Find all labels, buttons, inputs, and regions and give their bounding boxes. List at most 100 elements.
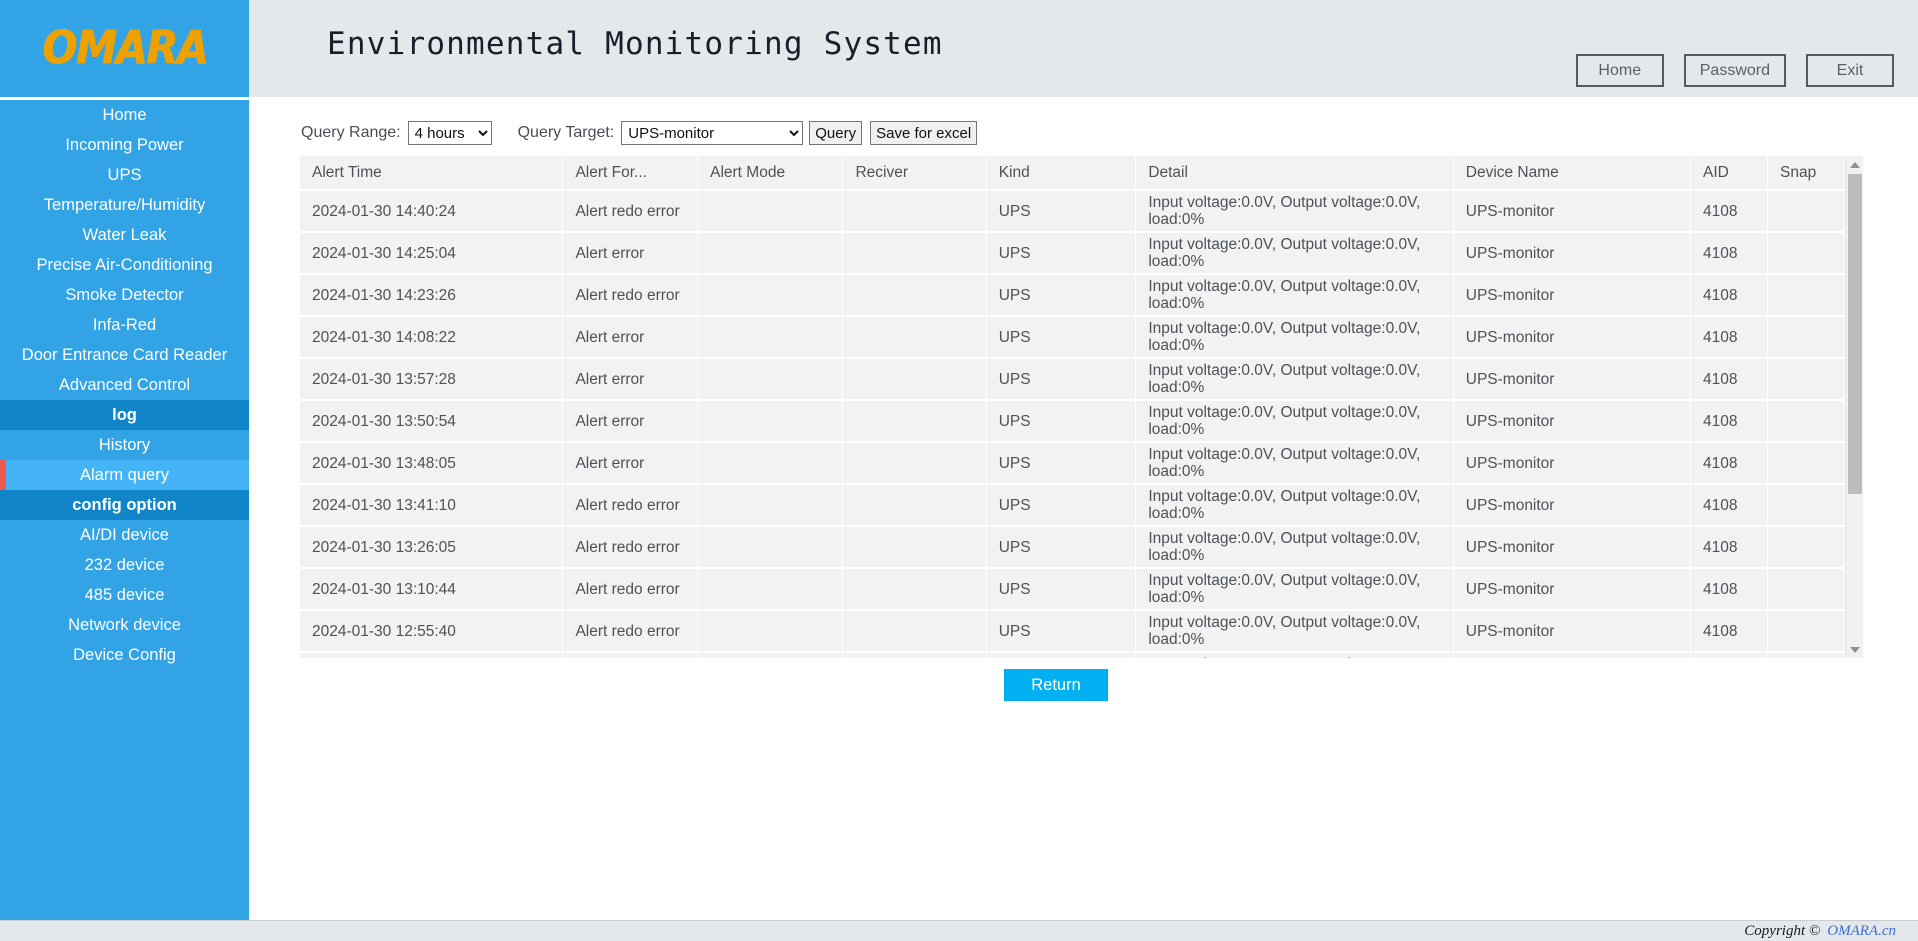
site-link[interactable]: OMARA.cn (1827, 923, 1896, 940)
sidebar-item-temperature-humidity[interactable]: Temperature/Humidity (0, 190, 249, 220)
main-content: Query Range: 4 hours Query Target: UPS-m… (249, 103, 1918, 920)
table-row[interactable]: 2024-01-30 13:48:05Alert errorUPSInput v… (300, 442, 1845, 484)
sidebar-item-label: Door Entrance Card Reader (22, 346, 227, 365)
page-title: Environmental Monitoring System (327, 26, 943, 62)
table-header-snap[interactable]: Snap (1767, 156, 1844, 190)
sidebar-item-home[interactable]: Home (0, 100, 249, 130)
cell-alert-time: 2024-01-30 13:50:54 (300, 400, 563, 442)
cell-alert-time: 2024-01-30 14:40:24 (300, 190, 563, 232)
table-header-alert-time[interactable]: Alert Time (300, 156, 563, 190)
query-target-select[interactable]: UPS-monitor (621, 121, 803, 145)
sidebar-item-log[interactable]: log (0, 400, 249, 430)
table-row[interactable]: 2024-01-30 14:23:26Alert redo errorUPSIn… (300, 274, 1845, 316)
cell-detail: Input voltage:0.0V, Output voltage:0.0V,… (1136, 526, 1453, 568)
sidebar-item-smoke-detector[interactable]: Smoke Detector (0, 280, 249, 310)
table-header-reciver[interactable]: Reciver (843, 156, 986, 190)
table-row[interactable]: 2024-01-30 12:55:40Alert redo errorUPSIn… (300, 610, 1845, 652)
table-header-row: Alert TimeAlert For...Alert ModeReciverK… (300, 156, 1845, 190)
cell-alert-mode (698, 484, 843, 526)
cell-receiver (843, 610, 986, 652)
brand-logo[interactable]: OMARA (0, 0, 249, 100)
query-range-select[interactable]: 4 hours (408, 121, 492, 145)
cell-snap (1767, 568, 1844, 610)
sidebar-item-alarm-query[interactable]: Alarm query (0, 460, 249, 490)
sidebar-item-door-entrance-card-reader[interactable]: Door Entrance Card Reader (0, 340, 249, 370)
table-header-alert-mode[interactable]: Alert Mode (698, 156, 843, 190)
cell-aid: 4108 (1691, 568, 1768, 610)
table-row[interactable]: 2024-01-30 13:10:44Alert redo errorUPSIn… (300, 568, 1845, 610)
cell-kind: UPS (986, 652, 1136, 658)
cell-kind: UPS (986, 526, 1136, 568)
table-row[interactable]: 2024-01-30 13:57:28Alert errorUPSInput v… (300, 358, 1845, 400)
table-row[interactable]: 2024-01-30 13:26:05Alert redo errorUPSIn… (300, 526, 1845, 568)
table-header-alert-for[interactable]: Alert For... (563, 156, 698, 190)
sidebar-item-label: Precise Air-Conditioning (36, 256, 212, 275)
sidebar-item-ups[interactable]: UPS (0, 160, 249, 190)
query-button[interactable]: Query (809, 121, 862, 145)
copyright-text: Copyright © (1744, 923, 1820, 940)
sidebar-item-water-leak[interactable]: Water Leak (0, 220, 249, 250)
sidebar-item-history[interactable]: History (0, 430, 249, 460)
cell-snap (1767, 526, 1844, 568)
cell-device-name: UPS-monitor (1453, 610, 1690, 652)
exit-button[interactable]: Exit (1806, 54, 1894, 87)
sidebar-item-485-device[interactable]: 485 device (0, 580, 249, 610)
cell-detail: Input voltage:0.0V, Output voltage:0.0V,… (1136, 274, 1453, 316)
scroll-up-arrow-icon[interactable] (1846, 156, 1863, 173)
sidebar-item-label: Water Leak (83, 226, 167, 245)
sidebar-item-network-device[interactable]: Network device (0, 610, 249, 640)
cell-alert-for: Alert error (563, 442, 698, 484)
sidebar-item-device-config[interactable]: Device Config (0, 640, 249, 670)
return-button[interactable]: Return (1004, 669, 1108, 701)
cell-aid: 4108 (1691, 400, 1768, 442)
cell-detail: Input voltage:0.0V, Output voltage:0.0V,… (1136, 484, 1453, 526)
table-header-detail[interactable]: Detail (1136, 156, 1453, 190)
cell-receiver (843, 316, 986, 358)
sidebar-item-ai-di-device[interactable]: AI/DI device (0, 520, 249, 550)
action-row: Return (249, 669, 1863, 701)
sidebar-item-label: Incoming Power (65, 136, 183, 155)
cell-alert-for: Alert redo error (563, 610, 698, 652)
password-button[interactable]: Password (1684, 54, 1786, 87)
cell-kind: UPS (986, 610, 1136, 652)
sidebar-item-label: AI/DI device (80, 526, 169, 545)
cell-alert-mode (698, 652, 843, 658)
table-row[interactable]: 2024-01-30 12:40:18Alert redo errorUPSIn… (300, 652, 1845, 658)
home-button[interactable]: Home (1576, 54, 1664, 87)
sidebar-item-config-option[interactable]: config option (0, 490, 249, 520)
sidebar-item-232-device[interactable]: 232 device (0, 550, 249, 580)
cell-kind: UPS (986, 442, 1136, 484)
scroll-down-arrow-icon[interactable] (1846, 641, 1863, 658)
table-header-aid[interactable]: AID (1691, 156, 1768, 190)
sidebar-item-precise-air-conditioning[interactable]: Precise Air-Conditioning (0, 250, 249, 280)
cell-alert-for: Alert redo error (563, 652, 698, 658)
cell-alert-mode (698, 274, 843, 316)
sidebar: OMARA Home Incoming Power UPSTemperature/H… (0, 0, 249, 920)
sidebar-item-incoming-power[interactable]: Incoming Power (0, 130, 249, 160)
table-row[interactable]: 2024-01-30 13:41:10Alert redo errorUPSIn… (300, 484, 1845, 526)
cell-aid: 4108 (1691, 358, 1768, 400)
cell-snap (1767, 232, 1844, 274)
page-footer: Copyright © OMARA.cn (0, 920, 1918, 941)
cell-alert-for: Alert redo error (563, 274, 698, 316)
save-for-excel-button[interactable]: Save for excel (870, 121, 977, 145)
cell-aid: 4108 (1691, 442, 1768, 484)
table-row[interactable]: 2024-01-30 14:40:24Alert redo errorUPSIn… (300, 190, 1845, 232)
table-header-kind[interactable]: Kind (986, 156, 1136, 190)
sidebar-item-infa-red[interactable]: Infa-Red (0, 310, 249, 340)
table-row[interactable]: 2024-01-30 13:50:54Alert errorUPSInput v… (300, 400, 1845, 442)
cell-detail: Input voltage:0.0V, Output voltage:0.0V,… (1136, 652, 1453, 658)
table-header-device-name[interactable]: Device Name (1453, 156, 1690, 190)
table-row[interactable]: 2024-01-30 14:08:22Alert errorUPSInput v… (300, 316, 1845, 358)
cell-alert-mode (698, 400, 843, 442)
cell-alert-mode (698, 232, 843, 274)
query-toolbar: Query Range: 4 hours Query Target: UPS-m… (249, 103, 1918, 149)
scrollbar-thumb[interactable] (1848, 174, 1862, 494)
cell-alert-for: Alert redo error (563, 190, 698, 232)
sidebar-item-advanced-control[interactable]: Advanced Control (0, 370, 249, 400)
cell-detail: Input voltage:0.0V, Output voltage:0.0V,… (1136, 190, 1453, 232)
table-row[interactable]: 2024-01-30 14:25:04Alert errorUPSInput v… (300, 232, 1845, 274)
table-vertical-scrollbar[interactable] (1845, 156, 1863, 658)
page-header: Environmental Monitoring System Home Pass… (249, 0, 1918, 100)
cell-aid: 4108 (1691, 274, 1768, 316)
